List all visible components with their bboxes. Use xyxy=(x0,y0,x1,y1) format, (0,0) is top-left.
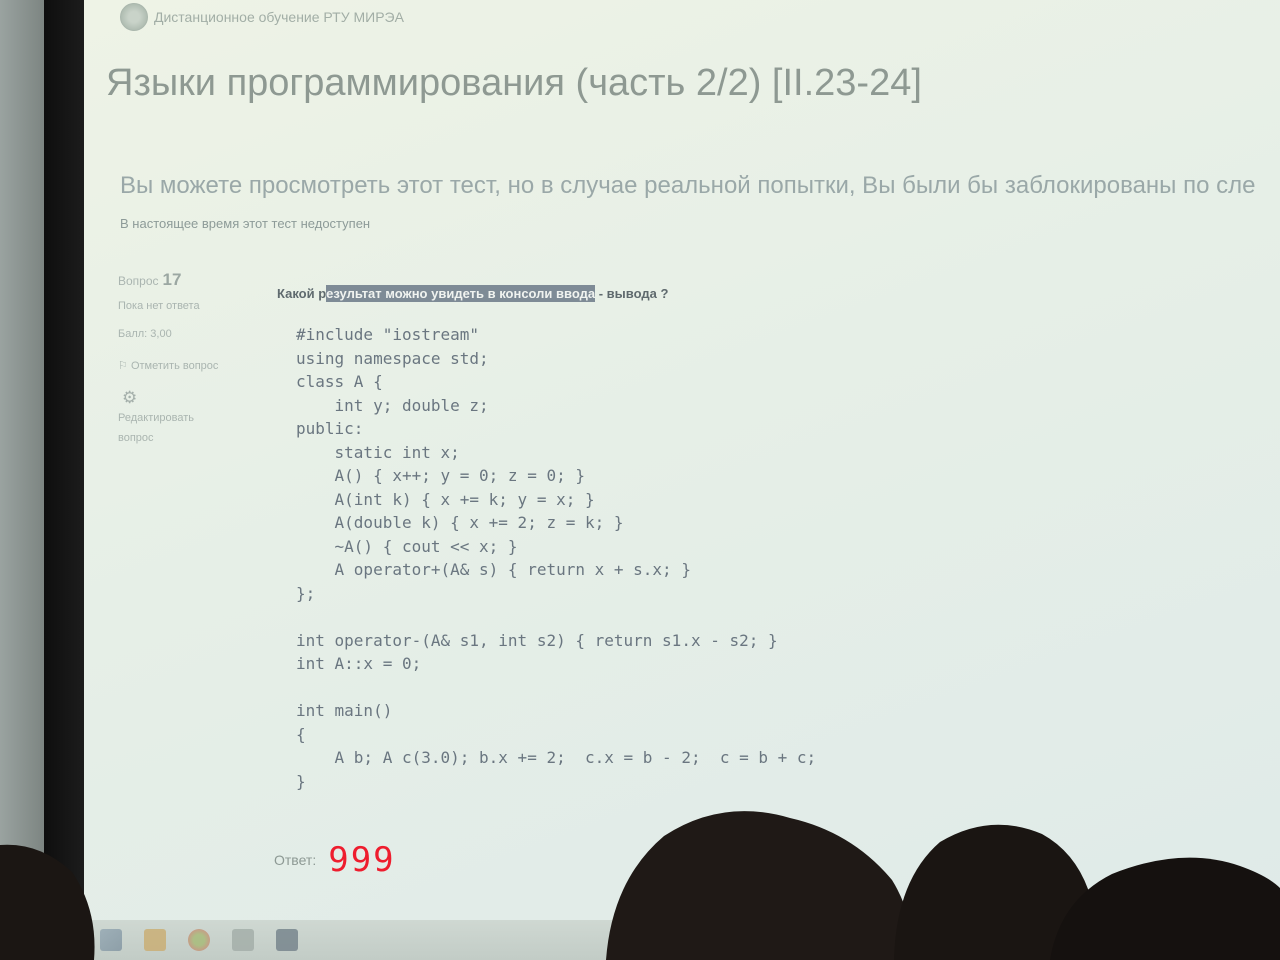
site-name[interactable]: Дистанционное обучение РТУ МИРЭА xyxy=(154,9,404,25)
code-line: #include "iostream" xyxy=(296,325,480,344)
wall xyxy=(0,0,44,960)
code-line: A b; A c(3.0); b.x += 2; c.x = b - 2; c … xyxy=(296,748,817,767)
code-line: } xyxy=(296,771,306,791)
answer-input[interactable]: 999 xyxy=(328,840,395,880)
question-info-panel: Вопрос 17 Пока нет ответа Балл: 3,00 ⚐ От… xyxy=(118,270,228,470)
photo-frame: Дистанционное обучение РТУ МИРЭА Языки п… xyxy=(0,0,1280,960)
answer-row: Ответ: 999 xyxy=(274,840,396,880)
file-explorer-icon[interactable] xyxy=(144,929,166,951)
flag-icon: ⚐ xyxy=(118,360,128,372)
app-icon[interactable] xyxy=(276,929,298,951)
code-block: #include "iostream" using namespace std; c… xyxy=(296,323,816,793)
question-status: Пока нет ответа xyxy=(118,300,200,312)
question-text: Какой результат можно увидеть в консоли … xyxy=(277,285,669,302)
code-line: }; xyxy=(296,583,316,603)
taskbar xyxy=(84,920,1280,960)
preview-warning: Вы можете просмотреть этот тест, но в сл… xyxy=(120,172,1256,199)
projected-screen: Дистанционное обучение РТУ МИРЭА Языки п… xyxy=(84,0,1280,960)
code-line: A(int k) { x += k; y = x; } xyxy=(296,489,595,509)
code-line: class A { xyxy=(296,372,383,391)
code-line: A operator+(A& s) { return x + s.x; } xyxy=(296,560,691,579)
document-icon[interactable] xyxy=(232,929,254,951)
projector-screen-bezel xyxy=(44,0,84,960)
code-line: public: xyxy=(296,419,364,438)
code-line: int A::x = 0; xyxy=(296,654,422,673)
question-points: Балл: 3,00 xyxy=(118,328,172,340)
code-line: ~A() { cout << x; } xyxy=(296,536,518,556)
code-line: int operator-(A& s1, int s2) { return s1… xyxy=(296,630,778,650)
flag-question-link[interactable]: ⚐ Отметить вопрос xyxy=(118,356,228,376)
code-line: A(double k) { x += 2; z = k; } xyxy=(296,513,624,532)
code-line: int y; double z; xyxy=(296,395,489,415)
code-line: { xyxy=(296,724,306,744)
university-emblem-icon[interactable] xyxy=(120,3,148,31)
code-line: A() { x++; y = 0; z = 0; } xyxy=(296,466,585,485)
course-title: Языки программирования (часть 2/2) [II.2… xyxy=(106,62,922,104)
site-header[interactable]: Дистанционное обучение РТУ МИРЭА xyxy=(120,2,404,32)
question-number: Вопрос 17 xyxy=(118,270,182,289)
selected-text: езультат можно увидеть в консоли ввода xyxy=(326,285,596,302)
windows-start-icon[interactable] xyxy=(100,929,122,951)
code-line: int main() xyxy=(296,701,393,720)
chrome-icon[interactable] xyxy=(188,929,210,951)
answer-label: Ответ: xyxy=(274,852,317,868)
gear-icon[interactable]: ⚙ xyxy=(122,388,228,408)
edit-question-link[interactable]: Редактировать вопрос xyxy=(118,408,228,448)
code-line: static int x; xyxy=(296,442,460,462)
code-line: using namespace std; xyxy=(296,348,489,368)
quiz-unavailable-notice: В настоящее время этот тест недоступен xyxy=(120,216,371,231)
